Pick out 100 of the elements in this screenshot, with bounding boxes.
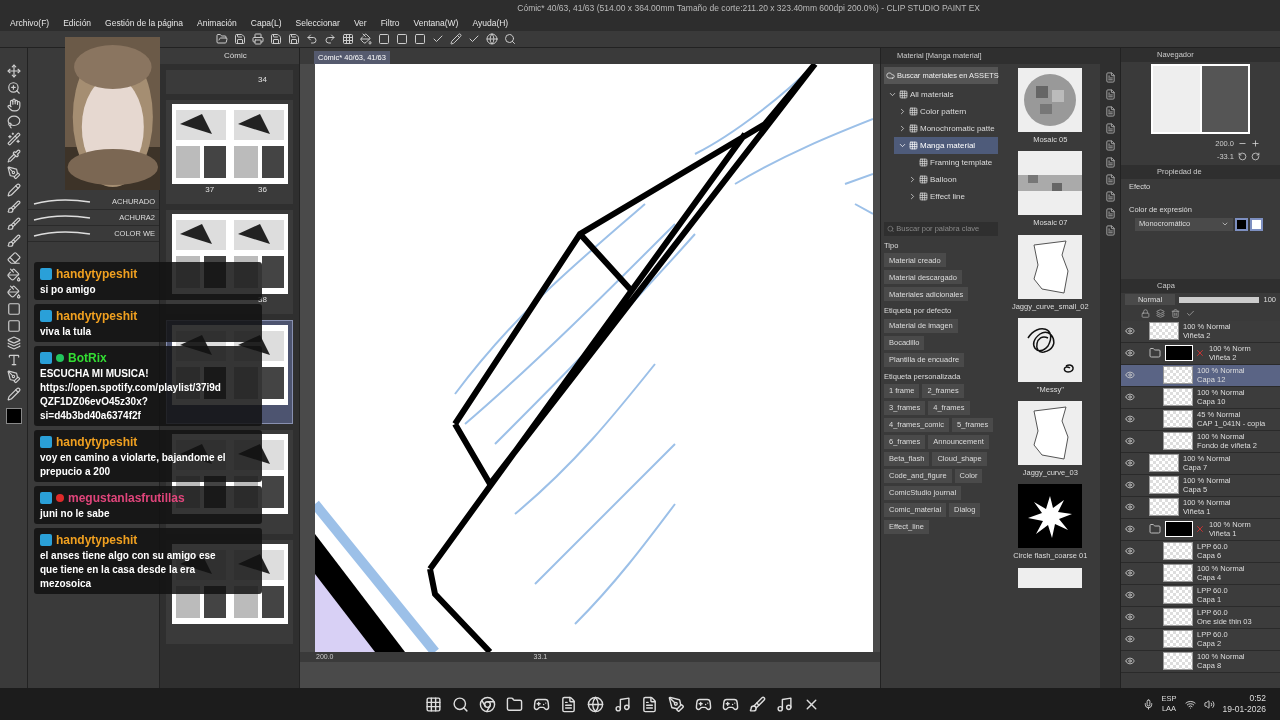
toolbar-icon[interactable] xyxy=(378,33,390,45)
visibility-icon[interactable] xyxy=(1125,656,1135,666)
rotate-right-icon[interactable] xyxy=(1251,152,1260,161)
menu-item[interactable]: Ayuda(H) xyxy=(472,17,509,30)
hand-icon[interactable] xyxy=(6,98,21,112)
navigator-preview[interactable] xyxy=(1151,64,1250,134)
visibility-icon[interactable] xyxy=(1125,348,1135,358)
clock-date[interactable]: 19-01-2026 xyxy=(1222,704,1266,715)
mosaic-thumbnail[interactable] xyxy=(1018,68,1083,132)
visibility-icon[interactable] xyxy=(1125,326,1135,336)
visibility-icon[interactable] xyxy=(1125,568,1135,578)
tree-item[interactable]: All materials xyxy=(884,86,998,103)
toolbar-icon[interactable] xyxy=(504,33,516,45)
eyedropper-icon[interactable] xyxy=(6,149,21,163)
taskbar-app-icon[interactable] xyxy=(641,695,658,713)
tree-item[interactable]: Manga material xyxy=(894,137,998,154)
brush-icon[interactable] xyxy=(6,200,21,214)
taskbar-app-icon[interactable] xyxy=(560,695,577,713)
tree-item[interactable]: Framing template xyxy=(904,154,998,171)
toolbar-icon[interactable] xyxy=(360,33,372,45)
zoom-in-icon[interactable] xyxy=(1251,139,1260,148)
tree-item[interactable]: Balloon xyxy=(904,171,998,188)
toolbar-icon[interactable] xyxy=(342,33,354,45)
visibility-icon[interactable] xyxy=(1125,590,1135,600)
microphone-icon[interactable] xyxy=(1142,698,1154,710)
flash-thumbnail[interactable] xyxy=(1018,484,1083,549)
bucket-icon[interactable] xyxy=(6,268,21,282)
sub-color-swatch[interactable] xyxy=(1250,217,1263,231)
page-spread[interactable]: 34 xyxy=(166,70,293,94)
eraser-icon[interactable] xyxy=(6,251,21,265)
visibility-icon[interactable] xyxy=(1125,436,1135,446)
rotate-left-icon[interactable] xyxy=(1238,152,1247,161)
taskbar-app-icon[interactable] xyxy=(587,695,604,713)
layer-tool-icon[interactable] xyxy=(1171,309,1180,318)
tree-item[interactable]: Color pattern xyxy=(894,103,998,120)
page-spread[interactable]: 37 36 xyxy=(166,100,293,204)
taskbar-app-icon[interactable] xyxy=(776,695,793,713)
pencil-icon[interactable] xyxy=(6,183,21,197)
jaggy-frame-thumbnail[interactable] xyxy=(1018,234,1083,299)
main-color-swatch[interactable] xyxy=(1235,217,1248,231)
material-thumbnail[interactable] xyxy=(1018,567,1083,588)
visibility-icon[interactable] xyxy=(1125,612,1135,622)
menu-item[interactable]: Edición xyxy=(63,17,92,30)
opacity-slider[interactable] xyxy=(1179,296,1260,303)
zoom-icon[interactable] xyxy=(6,81,21,95)
menu-item[interactable]: Gestión de la página xyxy=(105,17,184,30)
layers-icon[interactable] xyxy=(6,336,21,350)
taskbar-app-icon[interactable] xyxy=(452,695,469,713)
pencil-icon[interactable] xyxy=(6,387,21,401)
menu-item[interactable]: Ver xyxy=(353,17,367,30)
taskbar-app-icon[interactable] xyxy=(668,695,685,713)
toolbar-icon[interactable] xyxy=(270,33,282,45)
toolbar-icon[interactable] xyxy=(216,33,228,45)
tree-item[interactable]: Monochromatic patte xyxy=(894,120,998,137)
visibility-icon[interactable] xyxy=(1125,480,1135,490)
menu-item[interactable]: Ventana(W) xyxy=(413,17,459,30)
menu-item[interactable]: Seleccionar xyxy=(295,17,340,30)
collapse-icon[interactable] xyxy=(888,90,897,99)
toolbar-icon[interactable] xyxy=(450,33,462,45)
volume-icon[interactable] xyxy=(1203,698,1215,710)
jaggy-frame-thumbnail[interactable] xyxy=(1018,401,1083,465)
visibility-icon[interactable] xyxy=(1125,634,1135,644)
brush-icon[interactable] xyxy=(6,234,21,248)
toolbar-icon[interactable] xyxy=(432,33,444,45)
menu-item[interactable]: Animación xyxy=(197,17,237,30)
visibility-icon[interactable] xyxy=(1125,458,1135,468)
toolbar-icon[interactable] xyxy=(234,33,246,45)
folder-icon[interactable] xyxy=(1149,523,1161,535)
move-icon[interactable] xyxy=(6,64,21,78)
layer-tool-icon[interactable] xyxy=(1141,309,1150,318)
taskbar-app-icon[interactable] xyxy=(614,695,631,713)
taskbar-app-icon[interactable] xyxy=(479,695,496,713)
toolbar-icon[interactable] xyxy=(468,33,480,45)
menu-item[interactable]: Capa(L) xyxy=(250,17,282,30)
visibility-icon[interactable] xyxy=(1125,392,1135,402)
tree-item[interactable]: Effect line xyxy=(904,188,998,205)
menu-item[interactable]: Archivo(F) xyxy=(10,17,50,30)
network-icon[interactable] xyxy=(1184,698,1196,710)
toolbar-icon[interactable] xyxy=(486,33,498,45)
visibility-icon[interactable] xyxy=(1125,502,1135,512)
folder-icon[interactable] xyxy=(1149,347,1161,359)
mosaic-thumbnail[interactable] xyxy=(1018,151,1083,216)
scribble-thumbnail[interactable] xyxy=(1018,317,1083,382)
clock-time[interactable]: 0:52 xyxy=(1249,693,1266,704)
layer-tool-icon[interactable] xyxy=(1186,309,1195,318)
rectangle-icon[interactable] xyxy=(6,302,21,316)
bucket-icon[interactable] xyxy=(6,285,21,299)
taskbar-app-icon[interactable] xyxy=(749,695,766,713)
visibility-icon[interactable] xyxy=(1125,524,1135,534)
taskbar-app-icon[interactable] xyxy=(425,695,442,713)
taskbar-app-icon[interactable] xyxy=(506,695,523,713)
page-thumbnail[interactable] xyxy=(229,104,288,184)
toolbar-icon[interactable] xyxy=(396,33,408,45)
visibility-icon[interactable] xyxy=(1125,370,1135,380)
toolbar-icon[interactable] xyxy=(288,33,300,45)
menu-item[interactable]: Filtro xyxy=(380,17,400,30)
pen-icon[interactable] xyxy=(6,370,21,384)
toolbar-icon[interactable] xyxy=(324,33,336,45)
lasso-icon[interactable] xyxy=(6,115,21,129)
panel-tab[interactable]: Cómic xyxy=(224,50,247,62)
